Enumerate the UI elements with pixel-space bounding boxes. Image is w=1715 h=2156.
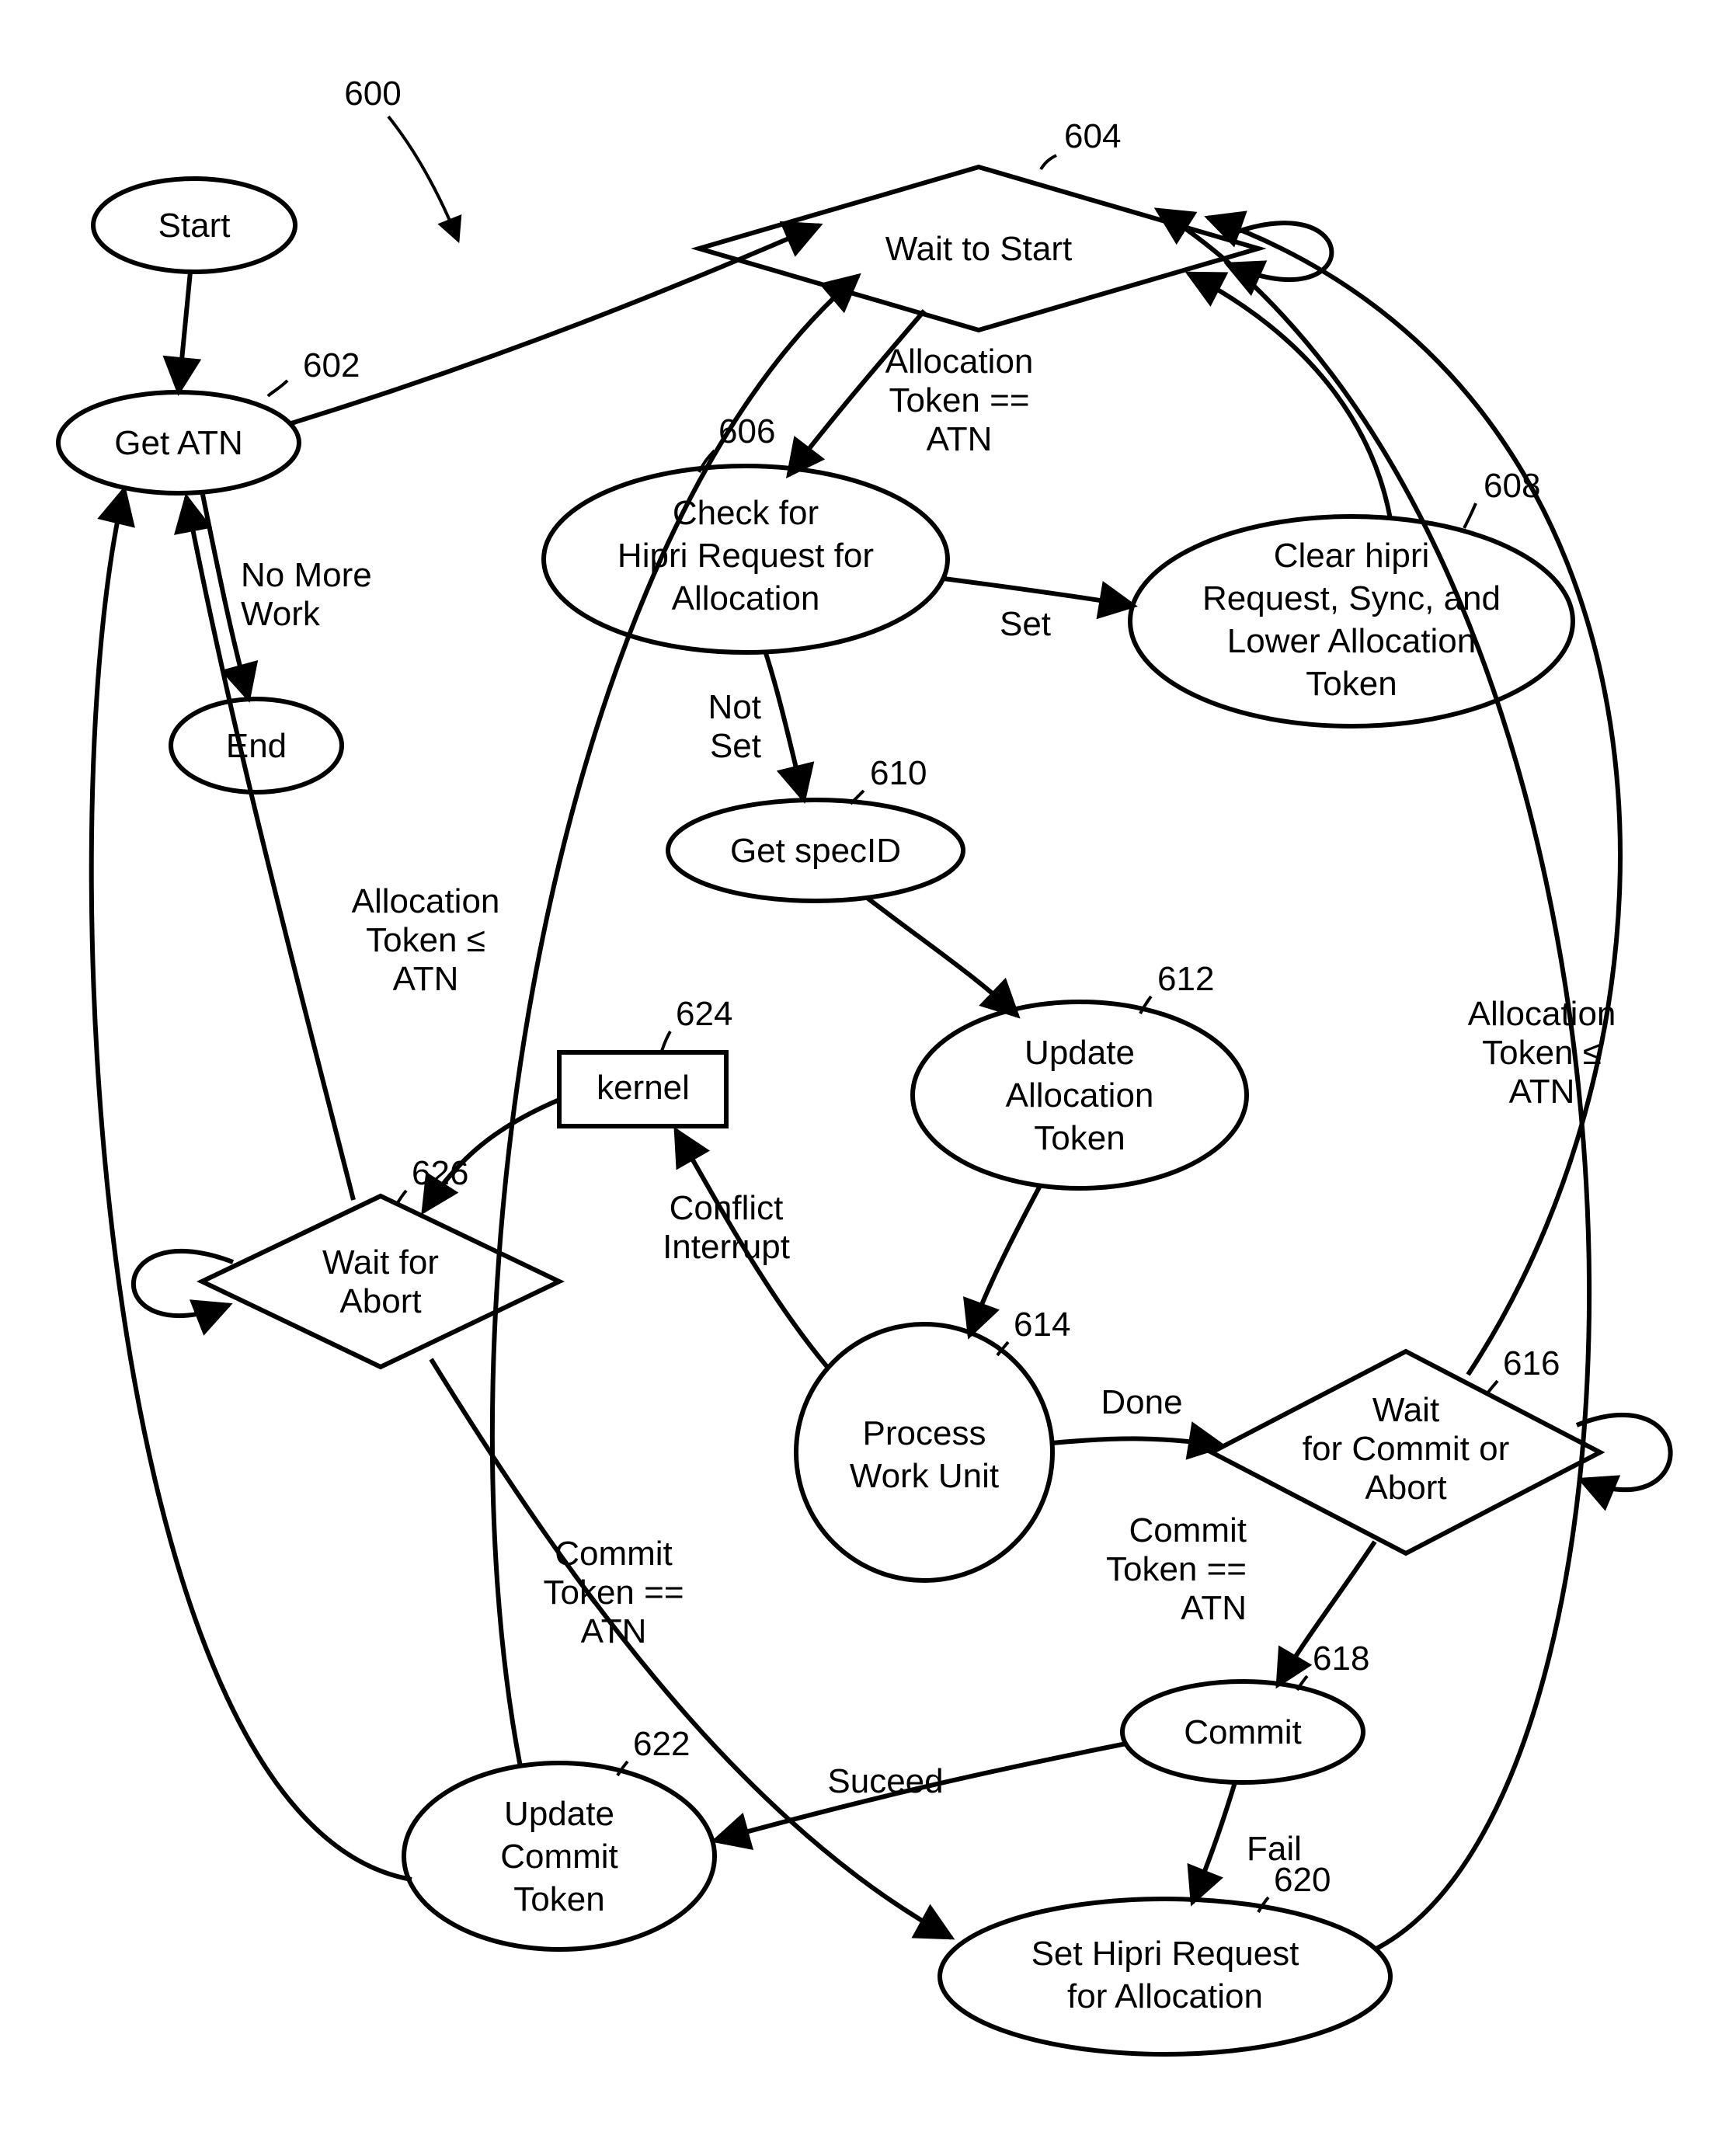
edge-no-more-work-l2: Work: [241, 595, 321, 633]
edge-succeed-label: Suceed: [827, 1762, 943, 1800]
node-process-work-l2: Work Unit: [850, 1457, 999, 1495]
node-wait-commit-ref: 616: [1503, 1344, 1560, 1382]
figure-ref-leader: [388, 116, 458, 241]
edge-not-set-l1: Not: [708, 688, 761, 726]
node-commit-label: Commit: [1184, 1713, 1302, 1751]
edge-alloc-le-right-l3: ATN: [1509, 1073, 1575, 1111]
svg-text:Abort: Abort: [339, 1282, 421, 1320]
edge-commit-eq-left-l1: Commit: [555, 1535, 673, 1573]
node-set-hipri: [940, 1899, 1390, 2054]
figure-ref-label: 600: [344, 75, 401, 113]
node-update-commit-l3: Token: [513, 1880, 604, 1918]
edge-commit-to-set-hipri: [1192, 1782, 1235, 1903]
leader-604: [1041, 155, 1056, 169]
node-get-specid-label: Get specID: [730, 832, 901, 870]
node-clear-hipri-l4: Token: [1306, 665, 1397, 703]
edge-commit-eq-right-l3: ATN: [1181, 1589, 1247, 1627]
edge-alloc-le-right-l2: Token ≤: [1482, 1034, 1602, 1072]
leader-616: [1487, 1381, 1498, 1394]
node-update-commit-l1: Update: [504, 1795, 614, 1833]
edge-alloc-le-left-l3: ATN: [393, 960, 459, 998]
node-clear-hipri-l3: Lower Allocation: [1227, 622, 1476, 660]
edge-not-set-l2: Set: [710, 727, 761, 765]
leader-626: [396, 1191, 406, 1205]
edge-process-to-wait-commit: [1052, 1438, 1223, 1446]
node-get-atn-label: Get ATN: [114, 424, 242, 462]
node-update-commit-ref: 622: [633, 1725, 690, 1763]
node-wait-for-abort: Wait for Abort: [202, 1196, 559, 1367]
node-update-alloc-l2: Allocation: [1006, 1076, 1154, 1115]
svg-text:Wait: Wait: [1372, 1391, 1439, 1429]
edge-alloc-eq-atn-l3: ATN: [927, 420, 993, 458]
edge-commit-eq-left-l2: Token ==: [543, 1574, 684, 1612]
node-update-alloc-ref: 612: [1157, 960, 1214, 998]
node-start-label: Start: [158, 207, 231, 245]
state-diagram: 600 Start Get ATN 602 End Wait to Start …: [0, 0, 1715, 2156]
node-process-work: [796, 1324, 1052, 1580]
node-process-work-ref: 614: [1014, 1306, 1070, 1344]
node-set-hipri-l2: for Allocation: [1067, 1977, 1263, 2015]
edge-fail-label: Fail: [1247, 1830, 1302, 1868]
node-kernel-label: kernel: [597, 1069, 690, 1107]
edge-check-to-clear: [944, 579, 1134, 606]
leader-608: [1464, 503, 1476, 528]
edge-alloc-eq-atn-l1: Allocation: [885, 343, 1034, 381]
edge-alloc-le-left-l1: Allocation: [352, 882, 500, 920]
edge-no-more-work-l1: No More: [241, 556, 372, 594]
leader-624: [662, 1031, 670, 1051]
node-get-atn-ref: 602: [303, 346, 360, 384]
leader-602: [268, 381, 287, 396]
node-update-alloc-l1: Update: [1024, 1034, 1135, 1072]
edge-start-to-get-atn: [179, 272, 190, 392]
edge-alloc-le-right-l1: Allocation: [1468, 995, 1616, 1033]
edge-commit-eq-right-l1: Commit: [1129, 1511, 1247, 1549]
node-update-alloc-l3: Token: [1034, 1119, 1125, 1157]
node-wait-to-start: Wait to Start: [699, 167, 1258, 330]
node-get-specid-ref: 610: [870, 754, 927, 792]
edge-set-label: Set: [1000, 605, 1051, 643]
edge-alloc-le-left-l2: Token ≤: [366, 921, 485, 959]
edge-clear-to-wait-start: [1188, 273, 1390, 519]
edge-conflict-l2: Interrupt: [663, 1228, 790, 1266]
svg-text:Wait to Start: Wait to Start: [885, 230, 1072, 268]
node-check-hipri-l1: Check for: [673, 494, 819, 532]
svg-text:Abort: Abort: [1365, 1469, 1446, 1507]
node-clear-hipri-l2: Request, Sync, and: [1202, 579, 1501, 617]
svg-text:Wait for: Wait for: [322, 1243, 439, 1281]
edge-check-to-specid: [765, 651, 804, 800]
edge-wait-commit-to-wait-start-rightarc: [1208, 217, 1620, 1375]
node-process-work-l1: Process: [863, 1414, 986, 1452]
edge-alloc-eq-atn-l2: Token ==: [889, 381, 1029, 419]
edge-commit-eq-right-l2: Token ==: [1106, 1550, 1247, 1588]
svg-text:for Commit or: for Commit or: [1303, 1430, 1509, 1468]
edge-specid-to-update-alloc: [866, 897, 1018, 1016]
node-check-hipri-l3: Allocation: [672, 579, 820, 617]
node-set-hipri-l1: Set Hipri Request: [1031, 1935, 1299, 1973]
node-wait-to-start-ref: 604: [1064, 117, 1121, 155]
node-commit-ref: 618: [1313, 1640, 1369, 1678]
edge-conflict-l1: Conflict: [670, 1189, 784, 1227]
edge-done-label: Done: [1101, 1383, 1182, 1421]
node-update-commit-l2: Commit: [500, 1838, 618, 1876]
edge-commit-eq-left-l3: ATN: [581, 1612, 647, 1650]
node-clear-hipri-l1: Clear hipri: [1274, 537, 1430, 575]
node-kernel-ref: 624: [676, 995, 732, 1033]
